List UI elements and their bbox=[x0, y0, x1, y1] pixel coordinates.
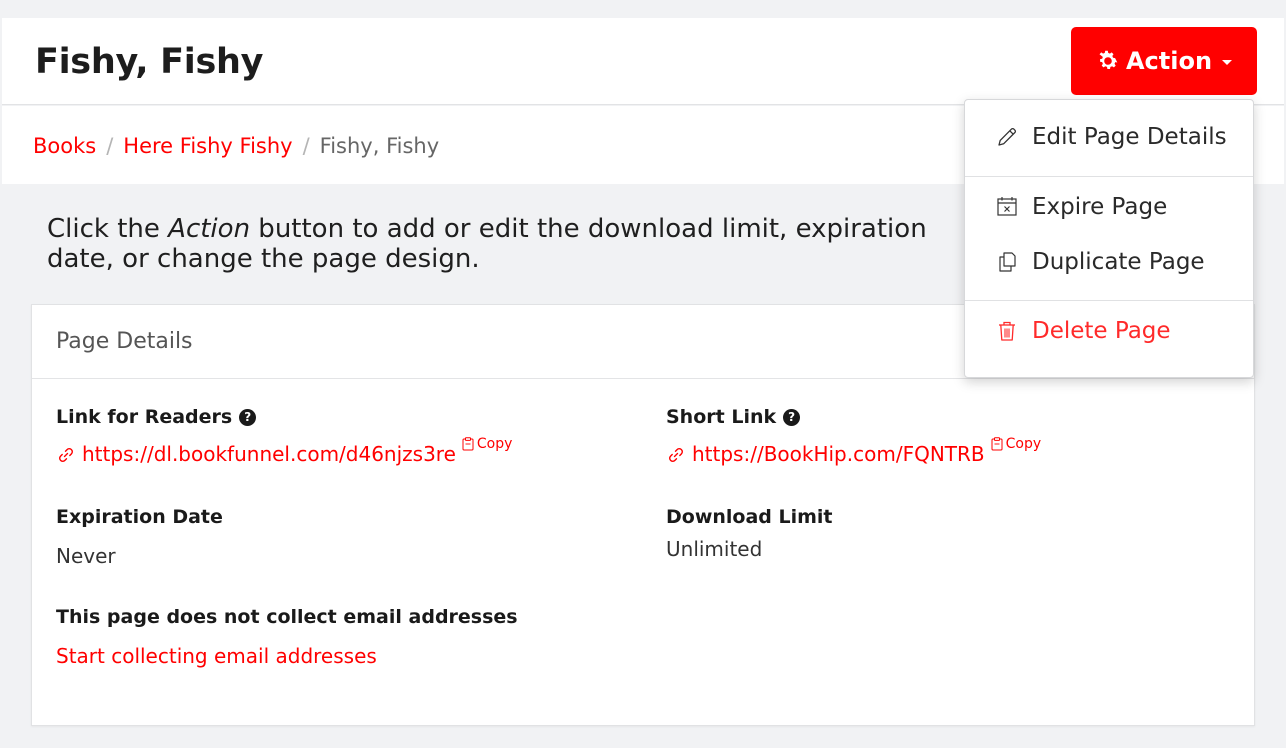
menu-item-delete-page[interactable]: Delete Page bbox=[965, 318, 1253, 344]
expiration-date-value: Never bbox=[56, 544, 116, 568]
breadcrumb-separator: / bbox=[302, 134, 310, 158]
email-collection-label: This page does not collect email address… bbox=[56, 606, 518, 628]
short-link-label: Short Link ? bbox=[666, 406, 801, 428]
intro-text-start: Click the bbox=[47, 214, 169, 244]
menu-divider bbox=[965, 300, 1253, 301]
menu-item-label: Expire Page bbox=[1032, 194, 1168, 220]
link-icon bbox=[669, 448, 683, 462]
action-button-label: Action bbox=[1125, 47, 1213, 75]
help-icon[interactable]: ? bbox=[239, 408, 257, 426]
link-for-readers-label-text: Link for Readers bbox=[56, 406, 233, 428]
gear-icon bbox=[1096, 49, 1120, 73]
short-link-label-text: Short Link bbox=[666, 406, 777, 428]
menu-item-expire-page[interactable]: Expire Page bbox=[965, 194, 1253, 220]
breadcrumb-book[interactable]: Here Fishy Fishy bbox=[123, 134, 292, 158]
link-for-readers-label: Link for Readers ? bbox=[56, 406, 257, 428]
menu-item-edit-page-details[interactable]: Edit Page Details bbox=[965, 124, 1253, 150]
action-dropdown-menu: Edit Page Details Expire Page Duplicate … bbox=[964, 99, 1254, 378]
breadcrumb: Books / Here Fishy Fishy / Fishy, Fishy bbox=[33, 134, 439, 158]
start-collecting-emails-link[interactable]: Start collecting email addresses bbox=[56, 644, 377, 668]
intro-text: Click the Action button to add or edit t… bbox=[47, 214, 967, 278]
menu-item-label: Delete Page bbox=[1032, 318, 1171, 344]
copy-short-link-button[interactable]: Copy bbox=[991, 436, 1042, 452]
calendar-x-icon bbox=[997, 197, 1017, 216]
menu-divider bbox=[965, 176, 1253, 177]
reader-link-url[interactable]: https://dl.bookfunnel.com/d46njzs3re bbox=[82, 442, 456, 466]
copy-reader-link-button[interactable]: Copy bbox=[462, 436, 513, 452]
copy-label: Copy bbox=[476, 436, 513, 452]
caret-down-icon bbox=[1222, 60, 1233, 65]
trash-icon bbox=[999, 321, 1015, 341]
breadcrumb-books[interactable]: Books bbox=[33, 134, 96, 158]
action-button[interactable]: Action bbox=[1071, 27, 1257, 95]
help-icon[interactable]: ? bbox=[783, 408, 801, 426]
download-limit-label: Download Limit bbox=[666, 506, 833, 528]
clipboard-icon bbox=[462, 437, 474, 451]
short-link-row: https://BookHip.com/FQNTRB Copy bbox=[666, 436, 1041, 466]
menu-item-duplicate-page[interactable]: Duplicate Page bbox=[965, 249, 1253, 275]
link-icon bbox=[59, 448, 73, 462]
expiration-date-label: Expiration Date bbox=[56, 506, 223, 528]
reader-link-row: https://dl.bookfunnel.com/d46njzs3re Cop… bbox=[56, 436, 512, 466]
pencil-icon bbox=[998, 127, 1017, 146]
copy-icon bbox=[999, 252, 1016, 272]
menu-item-label: Edit Page Details bbox=[1032, 124, 1227, 150]
intro-text-emphasis: Action bbox=[168, 214, 251, 244]
download-limit-value: Unlimited bbox=[666, 537, 763, 561]
copy-label: Copy bbox=[1005, 436, 1042, 452]
page-title: Fishy, Fishy bbox=[35, 42, 264, 82]
page-header: Fishy, Fishy Action bbox=[2, 18, 1284, 105]
breadcrumb-current: Fishy, Fishy bbox=[319, 134, 440, 158]
clipboard-icon bbox=[991, 437, 1003, 451]
menu-item-label: Duplicate Page bbox=[1032, 249, 1205, 275]
short-link-url[interactable]: https://BookHip.com/FQNTRB bbox=[692, 442, 985, 466]
breadcrumb-separator: / bbox=[106, 134, 114, 158]
